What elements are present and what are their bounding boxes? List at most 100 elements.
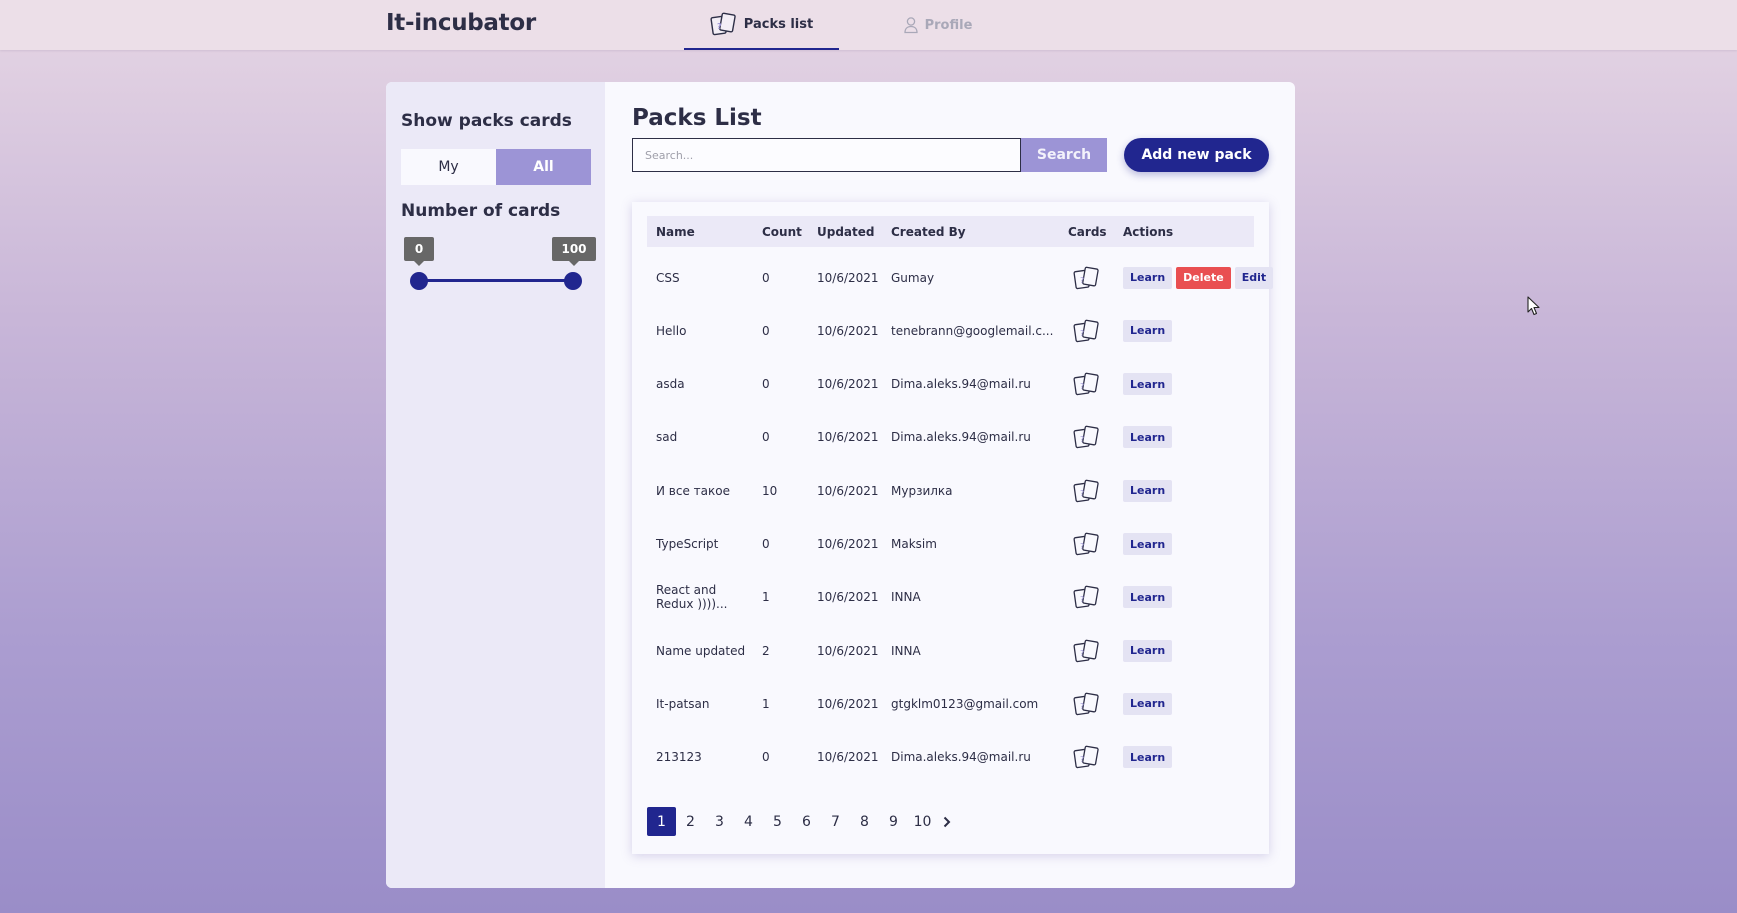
show-packs-title: Show packs cards	[401, 111, 572, 131]
tab-packs-list-label: Packs list	[743, 16, 814, 32]
pack-created-by: Maksim	[891, 537, 937, 551]
range-min-handle[interactable]	[410, 272, 428, 290]
row-actions: Learn Delete Edit	[1123, 251, 1274, 304]
table-row: CSS 0 10/6/2021 Gumay? Learn Delete Edit	[647, 251, 1274, 304]
pack-updated: 10/6/2021	[817, 323, 879, 338]
page-9-button[interactable]: 9	[879, 807, 908, 836]
table-row: TypeScript 0 10/6/2021 Maksim? Learn	[647, 518, 1254, 571]
column-actions-header: Actions	[1123, 224, 1174, 239]
page-1-button[interactable]: 1	[647, 807, 676, 836]
table-row: It-patsan 1 10/6/2021 gtgklm0123@gmail.com?…	[647, 677, 1254, 730]
cards-icon[interactable]: ?	[1070, 358, 1103, 411]
page-10-button[interactable]: 10	[908, 807, 937, 836]
delete-button[interactable]: Delete	[1176, 266, 1231, 289]
mouse-cursor-icon	[1527, 296, 1541, 320]
pack-name: CSS	[656, 270, 680, 285]
svg-text:?: ?	[1080, 702, 1084, 711]
pack-created-by: Gumay	[891, 270, 935, 285]
packs-owner-toggle: My All	[401, 149, 591, 185]
pack-updated: 10/6/2021	[817, 750, 879, 765]
tab-packs-list[interactable]: ? Packs list	[684, 0, 839, 50]
pack-created-by: Dima.aleks.94@mail.ru	[891, 430, 1031, 445]
tab-profile[interactable]: Profile	[880, 0, 995, 50]
page-7-button[interactable]: 7	[821, 807, 850, 836]
cards-icon[interactable]: ?	[1070, 411, 1103, 464]
pagination: 1 2 3 4 5 6 7 8 9 10	[647, 807, 957, 836]
pack-name: 213123	[656, 750, 702, 765]
row-actions: Learn	[1123, 518, 1173, 571]
learn-button[interactable]: Learn	[1123, 639, 1173, 662]
pack-updated: 10/6/2021	[817, 590, 879, 605]
app-logo: It-incubator	[386, 10, 536, 36]
pack-created-by: Мурзилка	[891, 483, 953, 498]
table-row: Name updated 2 10/6/2021 INNA? Learn	[647, 624, 1254, 677]
table-row: Hello 0 10/6/2021 tenebrann@googlemail.c...…	[647, 304, 1254, 357]
learn-button[interactable]: Learn	[1123, 479, 1173, 502]
pack-created-by: gtgklm0123@gmail.com	[891, 696, 1039, 711]
column-created-by-header[interactable]: Created By	[891, 216, 1056, 247]
cards-icon[interactable]: ?	[1070, 304, 1103, 357]
cards-icon[interactable]: ?	[1070, 677, 1103, 730]
pack-count: 10	[762, 483, 778, 498]
pack-created-by: Dima.aleks.94@mail.ru	[891, 750, 1031, 765]
svg-text:?: ?	[1080, 329, 1084, 338]
learn-button[interactable]: Learn	[1123, 692, 1173, 715]
pack-count: 2	[762, 643, 770, 658]
learn-button[interactable]: Learn	[1123, 426, 1173, 449]
svg-text:?: ?	[717, 22, 722, 31]
tab-profile-label: Profile	[924, 17, 973, 33]
cards-icon[interactable]: ?	[1070, 518, 1103, 571]
row-actions: Learn	[1123, 731, 1173, 784]
learn-button[interactable]: Learn	[1123, 319, 1173, 342]
row-actions: Learn	[1123, 571, 1173, 624]
row-actions: Learn	[1123, 624, 1173, 677]
learn-button[interactable]: Learn	[1123, 746, 1173, 769]
page-8-button[interactable]: 8	[850, 807, 879, 836]
pack-count: 0	[762, 377, 770, 392]
range-max-handle[interactable]	[564, 272, 582, 290]
edit-button[interactable]: Edit	[1234, 266, 1274, 289]
table-row: sad 0 10/6/2021 Dima.aleks.94@mail.ru? Learn	[647, 411, 1254, 464]
page-6-button[interactable]: 6	[792, 807, 821, 836]
cards-icon[interactable]: ?	[1070, 571, 1103, 624]
pack-name: React and Redux ))))...	[656, 583, 728, 612]
cards-icon[interactable]: ?	[1070, 624, 1103, 677]
range-min-tooltip: 0	[404, 237, 434, 266]
pack-name: It-patsan	[656, 696, 710, 711]
pack-count: 0	[762, 270, 770, 285]
svg-text:?: ?	[1080, 276, 1084, 285]
cards-icon[interactable]: ?	[1070, 251, 1103, 304]
column-count-header[interactable]: Count	[762, 216, 802, 247]
table-row: asda 0 10/6/2021 Dima.aleks.94@mail.ru? Lear…	[647, 358, 1254, 411]
chevron-right-icon[interactable]	[937, 807, 957, 836]
cards-count-range-slider[interactable]: 0 100	[401, 237, 596, 297]
column-cards-header: Cards	[1068, 224, 1107, 239]
column-name-header[interactable]: Name	[656, 216, 756, 247]
row-actions: Learn	[1123, 411, 1173, 464]
search-input[interactable]	[632, 138, 1021, 172]
row-actions: Learn	[1123, 304, 1173, 357]
page-4-button[interactable]: 4	[734, 807, 763, 836]
page-2-button[interactable]: 2	[676, 807, 705, 836]
pack-name: sad	[656, 430, 678, 445]
pack-name: Hello	[656, 323, 687, 338]
toggle-all-button[interactable]: All	[496, 149, 591, 185]
page-5-button[interactable]: 5	[763, 807, 792, 836]
learn-button[interactable]: Learn	[1123, 266, 1173, 289]
search-button[interactable]: Search	[1021, 138, 1107, 172]
pack-created-by: tenebrann@googlemail.c...	[891, 323, 1054, 338]
cards-icon[interactable]: ?	[1070, 464, 1103, 517]
range-max-tooltip: 100	[552, 237, 596, 266]
learn-button[interactable]: Learn	[1123, 586, 1173, 609]
toggle-my-button[interactable]: My	[401, 149, 496, 185]
learn-button[interactable]: Learn	[1123, 373, 1173, 396]
pack-created-by: INNA	[891, 643, 921, 658]
table-row: И все такое 10 10/6/2021 Мурзилка? Learn	[647, 464, 1254, 517]
column-updated-header[interactable]: Updated	[817, 216, 875, 247]
svg-text:?: ?	[1080, 435, 1084, 444]
learn-button[interactable]: Learn	[1123, 533, 1173, 555]
page-3-button[interactable]: 3	[705, 807, 734, 836]
cards-icon[interactable]: ?	[1070, 731, 1103, 784]
pack-updated: 10/6/2021	[817, 483, 879, 498]
add-new-pack-button[interactable]: Add new pack	[1124, 138, 1269, 172]
